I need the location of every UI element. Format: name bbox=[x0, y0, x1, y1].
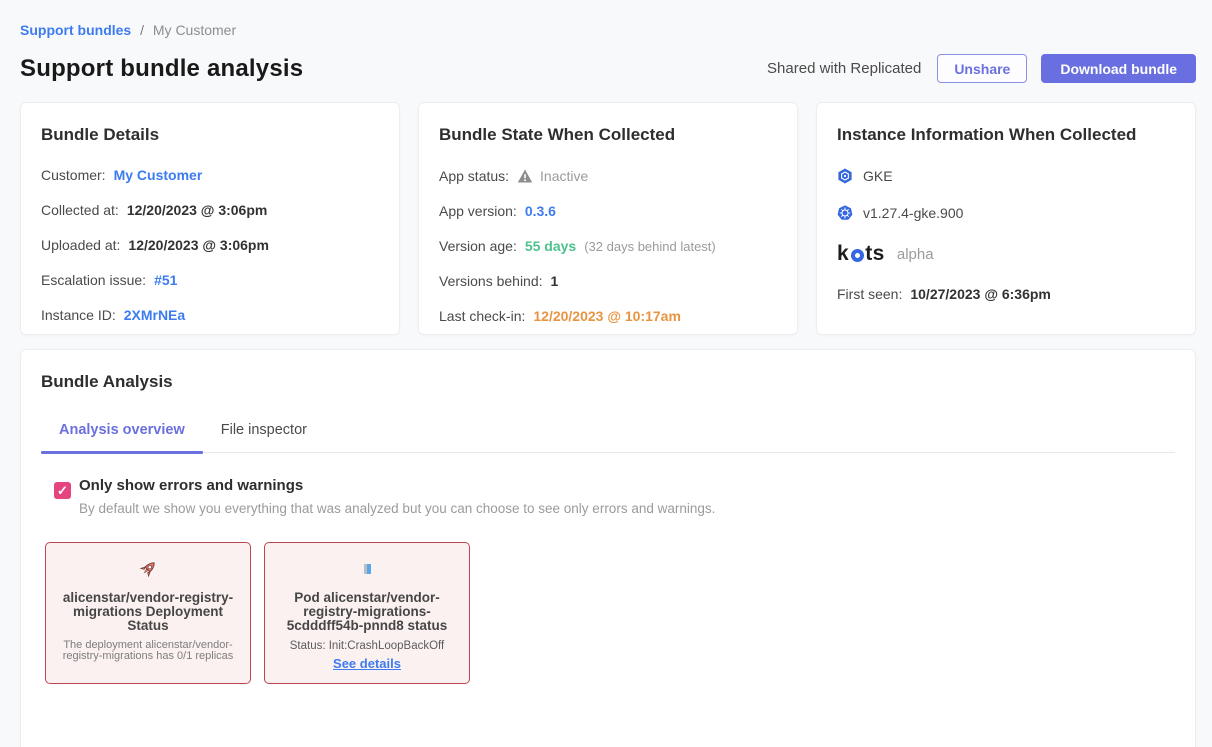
kots-logo: kts bbox=[837, 242, 885, 266]
first-seen-label: First seen: bbox=[837, 287, 902, 302]
uploaded-at-value: 12/20/2023 @ 3:06pm bbox=[128, 238, 269, 253]
customer-label: Customer: bbox=[41, 168, 106, 183]
error-card-title: Pod alicenstar/vendor-registry-migration… bbox=[275, 591, 459, 633]
filter-label: Only show errors and warnings bbox=[79, 477, 715, 494]
kots-logo-k: k bbox=[837, 242, 849, 266]
bundle-analysis-title: Bundle Analysis bbox=[41, 372, 1175, 392]
version-age-value: 55 days bbox=[525, 239, 576, 254]
last-checkin-label: Last check-in: bbox=[439, 309, 525, 324]
analysis-error-card-pod[interactable]: Pod alicenstar/vendor-registry-migration… bbox=[264, 542, 470, 684]
collected-at-row: Collected at: 12/20/2023 @ 3:06pm bbox=[41, 203, 379, 218]
only-errors-checkbox[interactable]: ✓ bbox=[54, 482, 71, 499]
bundle-state-card: Bundle State When Collected App status: … bbox=[418, 102, 798, 335]
instance-info-card: Instance Information When Collected GKE … bbox=[816, 102, 1196, 335]
analysis-tabs: Analysis overview File inspector bbox=[41, 422, 1175, 453]
collected-at-label: Collected at: bbox=[41, 203, 119, 218]
error-card-title: alicenstar/vendor-registry-migrations De… bbox=[56, 591, 240, 633]
header-actions: Shared with Replicated Unshare Download … bbox=[767, 54, 1196, 83]
support-bundle-analysis-page: Support bundles / My Customer Support bu… bbox=[0, 0, 1212, 747]
distribution-row: GKE bbox=[837, 168, 1175, 184]
version-age-note: (32 days behind latest) bbox=[584, 239, 716, 254]
instance-info-title: Instance Information When Collected bbox=[837, 125, 1175, 145]
versions-behind-row: Versions behind: 1 bbox=[439, 274, 777, 289]
instance-id-row: Instance ID: 2XMrNEa bbox=[41, 308, 379, 323]
first-seen-value: 10/27/2023 @ 6:36pm bbox=[910, 287, 1051, 302]
gke-icon bbox=[837, 168, 853, 184]
uploaded-at-row: Uploaded at: 12/20/2023 @ 3:06pm bbox=[41, 238, 379, 253]
app-version-label: App version: bbox=[439, 204, 517, 219]
last-checkin-row: Last check-in: 12/20/2023 @ 10:17am bbox=[439, 309, 777, 324]
collected-at-value: 12/20/2023 @ 3:06pm bbox=[127, 203, 268, 218]
versions-behind-label: Versions behind: bbox=[439, 274, 543, 289]
app-version-link[interactable]: 0.3.6 bbox=[525, 204, 556, 219]
customer-row: Customer: My Customer bbox=[41, 168, 379, 183]
error-card-message: The deployment alicenstar/vendor-registr… bbox=[56, 640, 240, 662]
tab-analysis-overview[interactable]: Analysis overview bbox=[41, 422, 203, 452]
app-status-row: App status: Inactive bbox=[439, 168, 777, 184]
breadcrumb-current: My Customer bbox=[153, 22, 236, 38]
unshare-button[interactable]: Unshare bbox=[937, 54, 1027, 83]
bundle-details-title: Bundle Details bbox=[41, 125, 379, 145]
page-header: Support bundle analysis Shared with Repl… bbox=[20, 54, 1196, 83]
check-icon: ✓ bbox=[57, 484, 68, 497]
kots-logo-o-icon bbox=[851, 249, 864, 262]
escalation-issue-row: Escalation issue: #51 bbox=[41, 273, 379, 288]
filter-description: By default we show you everything that w… bbox=[79, 501, 715, 516]
k8s-version-row: v1.27.4-gke.900 bbox=[837, 205, 1175, 221]
bundle-state-title: Bundle State When Collected bbox=[439, 125, 777, 145]
broken-image-icon bbox=[364, 557, 371, 581]
versions-behind-value: 1 bbox=[551, 274, 559, 289]
last-checkin-value: 12/20/2023 @ 10:17am bbox=[533, 309, 681, 324]
instance-id-label: Instance ID: bbox=[41, 308, 116, 323]
instance-id-link[interactable]: 2XMrNEa bbox=[124, 308, 185, 323]
version-age-row: Version age: 55 days (32 days behind lat… bbox=[439, 239, 777, 254]
app-status-value: Inactive bbox=[540, 169, 588, 184]
analysis-error-card-deployment[interactable]: alicenstar/vendor-registry-migrations De… bbox=[45, 542, 251, 684]
uploaded-at-label: Uploaded at: bbox=[41, 238, 120, 253]
escalation-issue-label: Escalation issue: bbox=[41, 273, 146, 288]
kubernetes-icon bbox=[837, 205, 853, 221]
kots-row: kts alpha bbox=[837, 242, 1175, 266]
k8s-version-value: v1.27.4-gke.900 bbox=[863, 205, 963, 221]
see-details-link[interactable]: See details bbox=[333, 656, 401, 671]
kots-channel: alpha bbox=[897, 246, 934, 263]
app-status-label: App status: bbox=[439, 169, 509, 184]
shared-status-text: Shared with Replicated bbox=[767, 60, 921, 77]
kots-logo-ts: ts bbox=[865, 242, 885, 266]
error-card-status: Status: Init:CrashLoopBackOff bbox=[290, 640, 444, 652]
version-age-label: Version age: bbox=[439, 239, 517, 254]
download-bundle-button[interactable]: Download bundle bbox=[1041, 54, 1196, 83]
distribution-value: GKE bbox=[863, 168, 893, 184]
bundle-details-card: Bundle Details Customer: My Customer Col… bbox=[20, 102, 400, 335]
info-cards-row: Bundle Details Customer: My Customer Col… bbox=[20, 102, 1196, 335]
bundle-analysis-card: Bundle Analysis Analysis overview File i… bbox=[20, 349, 1196, 747]
customer-link[interactable]: My Customer bbox=[114, 168, 203, 183]
first-seen-row: First seen: 10/27/2023 @ 6:36pm bbox=[837, 287, 1175, 302]
rocket-icon bbox=[137, 557, 159, 581]
tab-file-inspector[interactable]: File inspector bbox=[203, 422, 325, 452]
analysis-results: alicenstar/vendor-registry-migrations De… bbox=[45, 542, 1175, 684]
errors-warnings-filter: ✓ Only show errors and warnings By defau… bbox=[54, 477, 1175, 516]
breadcrumb-separator: / bbox=[140, 22, 144, 38]
warning-icon bbox=[517, 168, 533, 184]
filter-texts: Only show errors and warnings By default… bbox=[79, 477, 715, 516]
breadcrumb-support-bundles-link[interactable]: Support bundles bbox=[20, 22, 131, 38]
page-title: Support bundle analysis bbox=[20, 55, 303, 83]
app-version-row: App version: 0.3.6 bbox=[439, 204, 777, 219]
escalation-issue-link[interactable]: #51 bbox=[154, 273, 177, 288]
breadcrumb: Support bundles / My Customer bbox=[20, 22, 1196, 38]
